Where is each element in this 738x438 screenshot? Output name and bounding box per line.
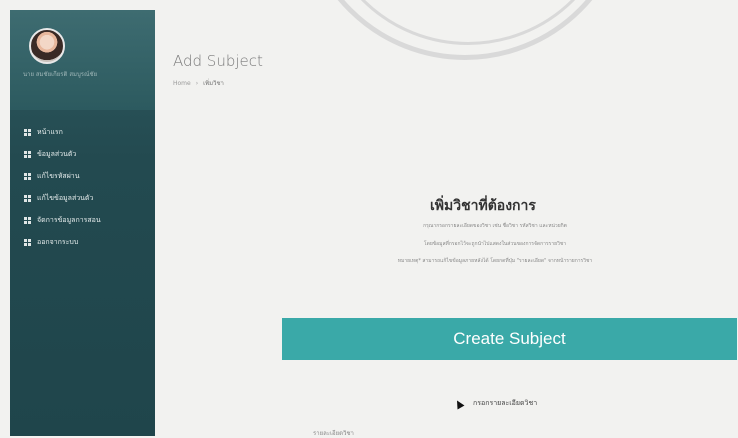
sidebar-item-logout[interactable]: ออกจากระบบ	[10, 231, 155, 253]
breadcrumb: Home › เพิ่มวิชา	[173, 80, 224, 87]
fill-subject-details-label: กรอกรายละเอียดวิชา	[473, 399, 538, 407]
grid-icon	[24, 128, 31, 136]
panel-description-line-3: หมายเหตุ* สามารถแก้ไขข้อมูลภายหลังได้ โด…	[397, 258, 593, 264]
mouse-pointer-icon	[453, 398, 465, 409]
grid-icon	[24, 238, 31, 246]
sidebar-item-label: จัดการข้อมูลการสอน	[37, 215, 101, 224]
fill-subject-details-link[interactable]: กรอกรายละเอียดวิชา	[453, 398, 538, 409]
grid-icon	[24, 194, 31, 202]
breadcrumb-current: เพิ่มวิชา	[203, 80, 224, 87]
sidebar-item-label: แก้ไขรหัสผ่าน	[37, 171, 80, 180]
panel-heading: เพิ่มวิชาที่ต้องการ	[430, 198, 536, 214]
grid-icon	[24, 172, 31, 180]
sidebar-item-home[interactable]: หน้าแรก	[10, 121, 155, 143]
sidebar-item-profile[interactable]: ข้อมูลส่วนตัว	[10, 143, 155, 165]
profile-panel: นาย สมชัยเกียรติ สมบูรณ์ชัย	[10, 10, 155, 110]
sidebar-item-label: หน้าแรก	[37, 127, 63, 136]
panel-description-line-2: โดยข้อมูลที่กรอกไว้จะถูกนำไปแสดงในส่วนขอ…	[423, 241, 567, 247]
panel-description-line-1: กรุณากรอกรายละเอียดของวิชา เช่น ชื่อวิชา…	[423, 223, 567, 229]
sidebar-menu: หน้าแรก ข้อมูลส่วนตัว แก้ไขรหัสผ่าน แก้ไ…	[10, 121, 155, 253]
subject-details-label: รายละเอียดวิชา	[313, 430, 354, 437]
breadcrumb-home-link[interactable]: Home	[173, 80, 191, 87]
sidebar: นาย สมชัยเกียรติ สมบูรณ์ชัย หน้าแรก ข้อม…	[10, 10, 155, 436]
avatar[interactable]	[29, 28, 65, 64]
sidebar-item-label: ออกจากระบบ	[37, 237, 79, 246]
create-subject-button[interactable]: Create Subject	[282, 318, 737, 360]
sidebar-item-password[interactable]: แก้ไขรหัสผ่าน	[10, 165, 155, 187]
page-title: Add Subject	[173, 52, 263, 70]
grid-icon	[24, 216, 31, 224]
sidebar-item-label: แก้ไขข้อมูลส่วนตัว	[37, 193, 94, 202]
sidebar-item-label: ข้อมูลส่วนตัว	[37, 149, 77, 158]
sidebar-item-edit-profile[interactable]: แก้ไขข้อมูลส่วนตัว	[10, 187, 155, 209]
profile-name: นาย สมชัยเกียรติ สมบูรณ์ชัย	[23, 71, 98, 78]
sidebar-item-teaching[interactable]: จัดการข้อมูลการสอน	[10, 209, 155, 231]
grid-icon	[24, 150, 31, 158]
